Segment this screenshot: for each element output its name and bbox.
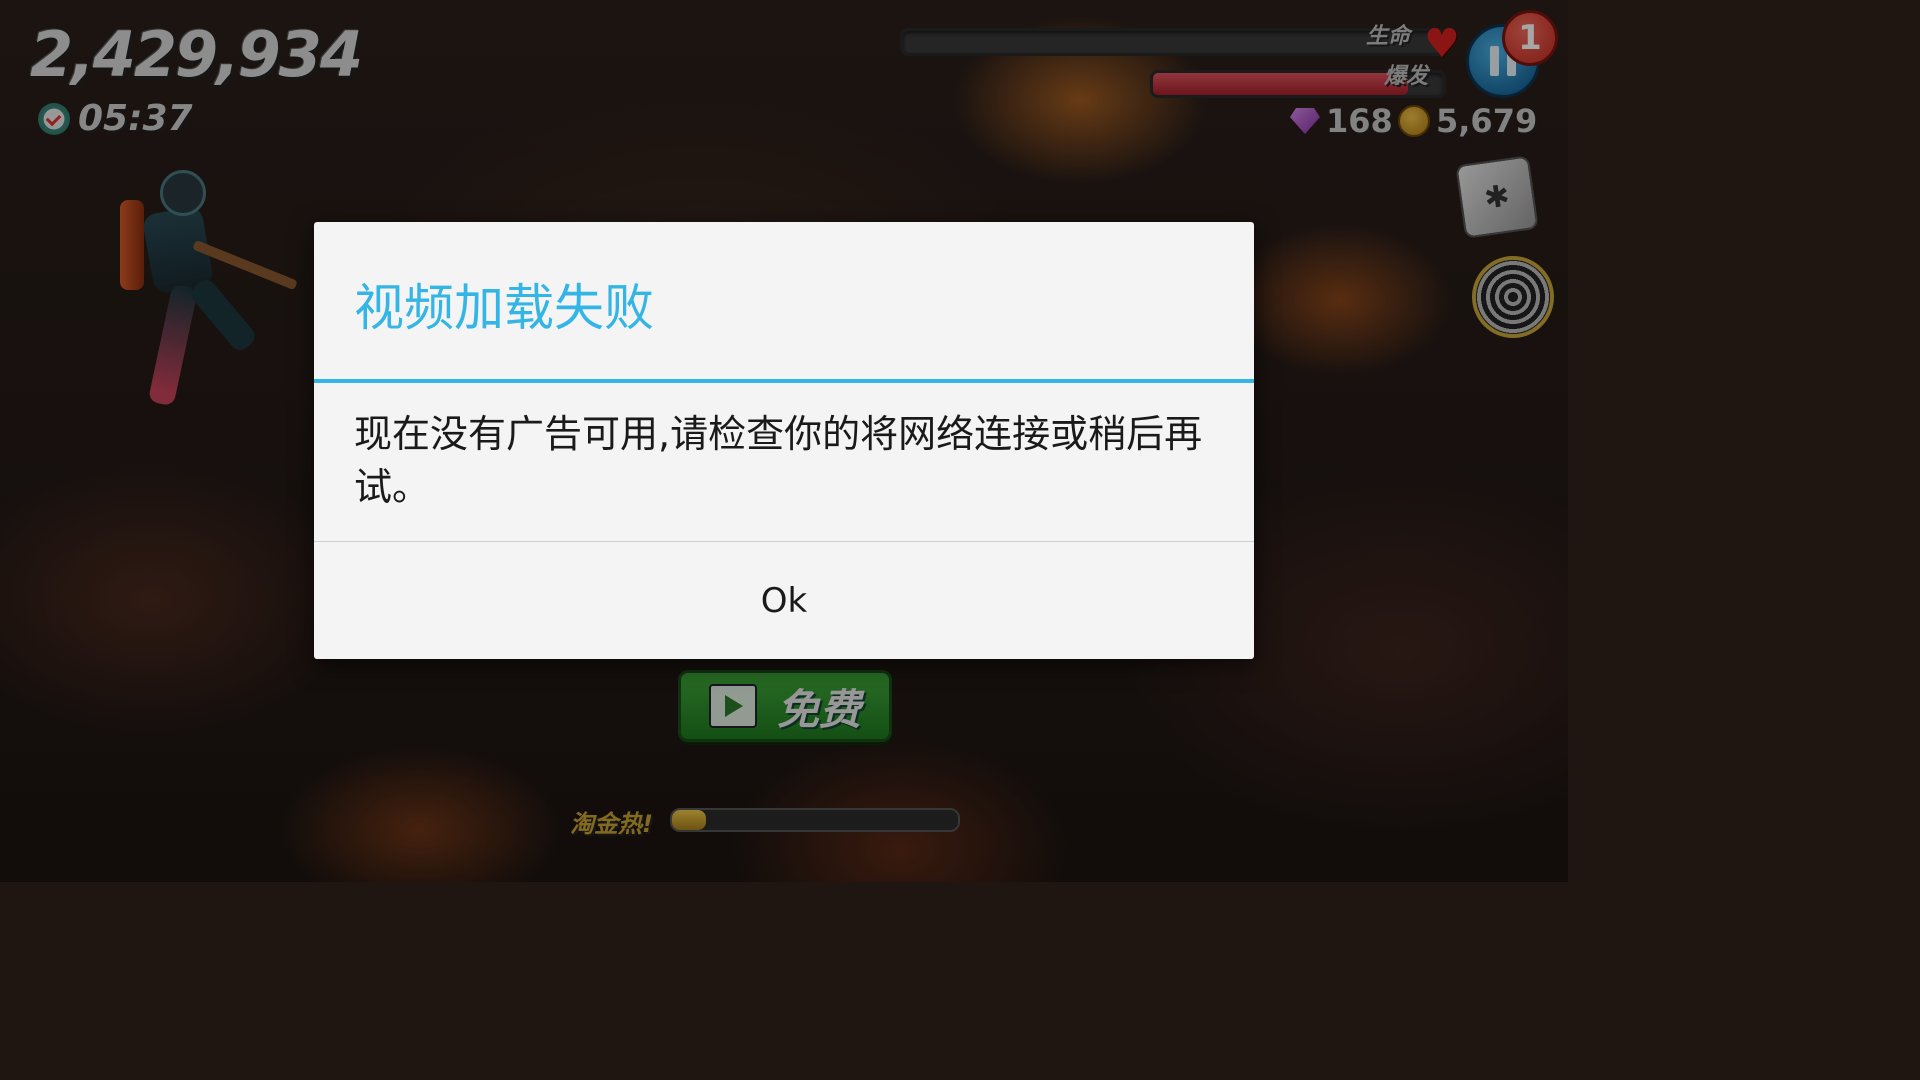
video-load-failed-dialog: 视频加载失败 现在没有广告可用,请检查你的将网络连接或稍后再试。 Ok (314, 222, 1254, 659)
dialog-title: 视频加载失败 (354, 279, 654, 337)
ok-button[interactable]: Ok (314, 542, 1254, 659)
dialog-message: 现在没有广告可用,请检查你的将网络连接或稍后再试。 (354, 412, 1203, 509)
title-divider (314, 379, 1254, 383)
